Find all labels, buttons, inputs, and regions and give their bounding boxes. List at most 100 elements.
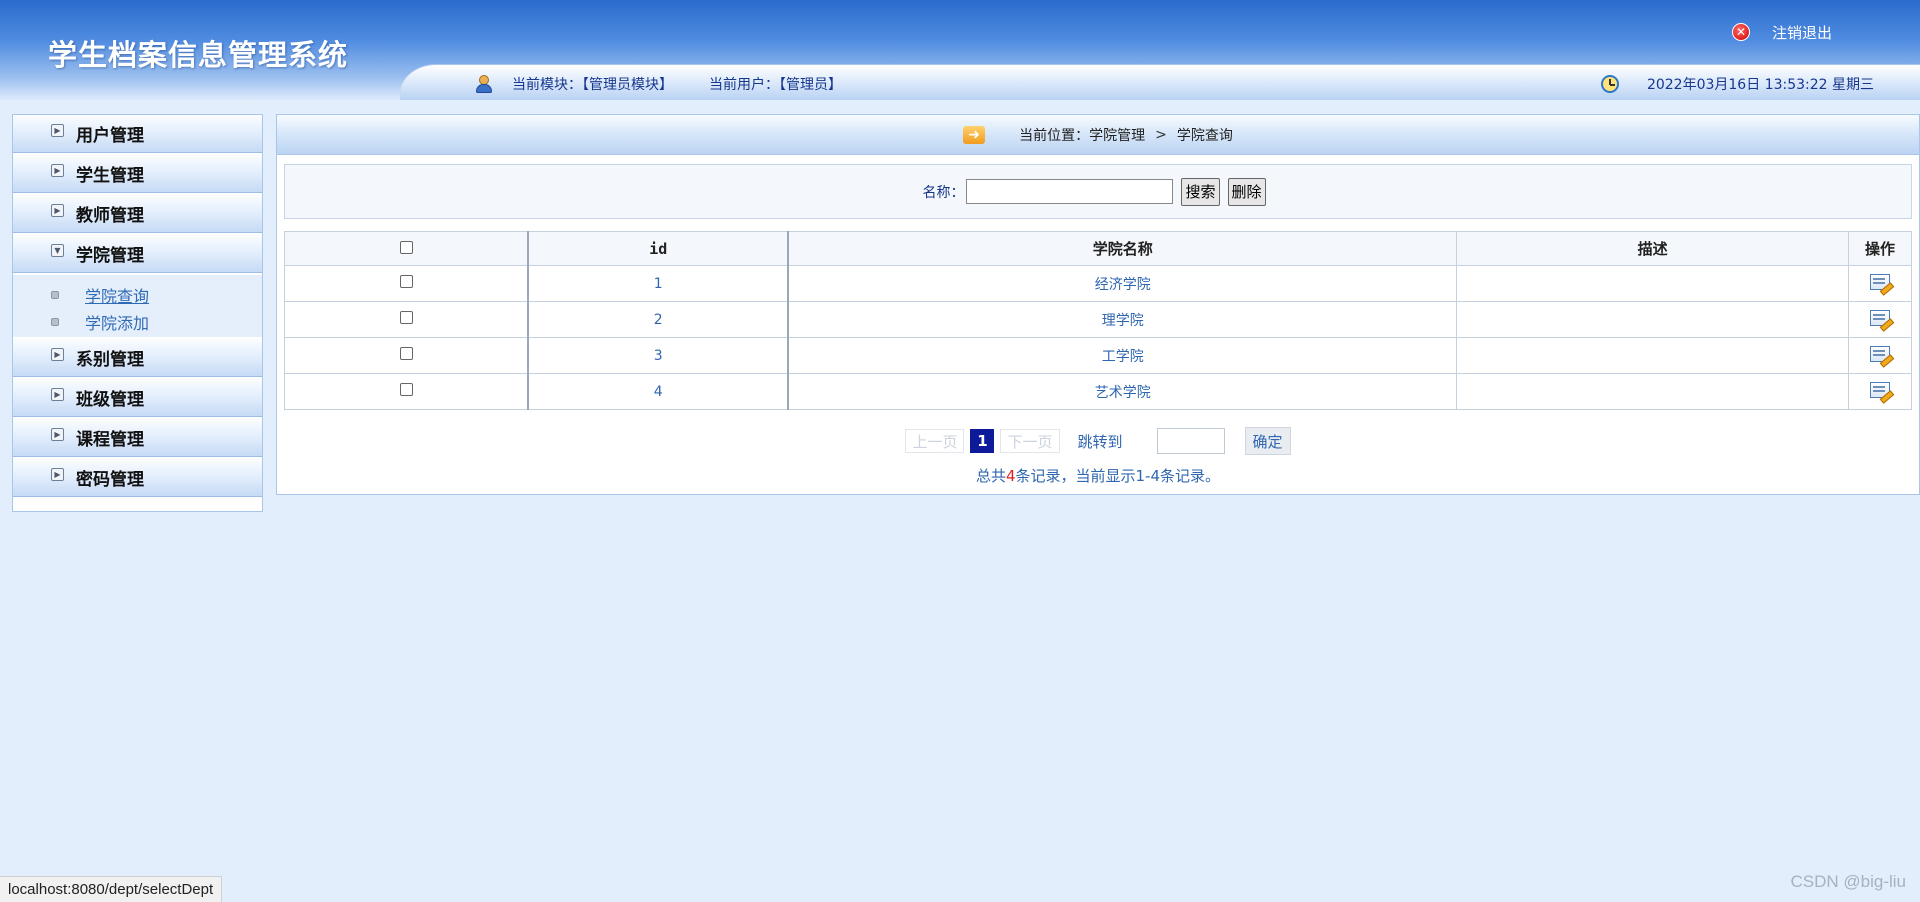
summary-prefix: 总共 xyxy=(975,467,1006,485)
cell-college-name: 工学院 xyxy=(787,337,1458,374)
expand-arrow-icon: ▶ xyxy=(51,388,64,401)
edit-icon[interactable] xyxy=(1870,381,1890,398)
table-row: 3 工学院 xyxy=(284,337,1912,374)
collapse-arrow-icon: ▼ xyxy=(51,244,64,257)
row-checkbox[interactable] xyxy=(399,347,413,360)
sidebar-item-label: 班级管理 xyxy=(76,390,144,410)
cell-college-name: 理学院 xyxy=(787,301,1458,338)
jump-confirm-button[interactable]: 确定 xyxy=(1244,427,1291,455)
user-icon xyxy=(474,74,494,94)
search-button[interactable]: 搜索 xyxy=(1181,177,1220,206)
current-module: 当前模块：【管理员模块】 xyxy=(512,77,673,93)
cell-id: 3 xyxy=(527,337,789,374)
submenu-college-add[interactable]: 学院添加 xyxy=(13,308,262,335)
jump-label: 跳转到 xyxy=(1077,432,1123,451)
expand-arrow-icon: ▶ xyxy=(51,164,64,177)
header-select-all xyxy=(284,231,529,266)
cell-description xyxy=(1456,337,1849,374)
cell-actions xyxy=(1848,337,1912,374)
sidebar-item-user-management[interactable]: ▶ 用户管理 xyxy=(13,115,262,153)
breadcrumb-prefix: 当前位置：学院管理 xyxy=(1019,127,1146,144)
cell-select xyxy=(284,337,529,374)
watermark: CSDN @big-liu xyxy=(1790,872,1906,891)
app-title: 学生档案信息管理系统 xyxy=(48,38,349,72)
breadcrumb-current: 学院查询 xyxy=(1176,127,1233,144)
cell-id: 2 xyxy=(527,301,789,338)
sidebar-item-label: 教师管理 xyxy=(76,206,144,226)
sidebar-item-label: 用户管理 xyxy=(76,126,144,146)
app-header: 学生档案信息管理系统 ✕ 注销退出 当前模块：【管理员模块】 当前用户：【管理员… xyxy=(0,0,1920,100)
cell-description xyxy=(1456,373,1849,410)
table-header-row: id 学院名称 描述 操作 xyxy=(284,231,1912,266)
record-summary: 总共4条记录，当前显示1-4条记录。 xyxy=(277,465,1919,486)
expand-arrow-icon: ▶ xyxy=(51,468,64,481)
expand-arrow-icon: ▶ xyxy=(51,204,64,217)
cell-select xyxy=(284,373,529,410)
sidebar-item-college-management[interactable]: ▼ 学院管理 xyxy=(13,235,262,273)
sidebar-item-label: 学生管理 xyxy=(76,166,144,186)
table-row: 2 理学院 xyxy=(284,301,1912,338)
delete-button[interactable]: 删除 xyxy=(1227,177,1266,206)
sidebar-item-class-management[interactable]: ▶ 班级管理 xyxy=(13,379,262,417)
header-college-name: 学院名称 xyxy=(787,231,1458,266)
name-search-input[interactable] xyxy=(966,179,1174,204)
header-description: 描述 xyxy=(1456,231,1849,266)
search-panel: 名称： 搜索 删除 xyxy=(284,164,1912,219)
info-bar: 当前模块：【管理员模块】 当前用户：【管理员】 2022年03月16日 13:5… xyxy=(400,64,1920,100)
edit-icon[interactable] xyxy=(1870,309,1890,326)
submenu-label: 学院查询 xyxy=(85,286,150,306)
logout-label: 注销退出 xyxy=(1771,23,1832,42)
browser-status-url: localhost:8080/dept/selectDept xyxy=(0,876,223,902)
arrow-right-icon: ➜ xyxy=(963,125,986,144)
info-left: 当前模块：【管理员模块】 当前用户：【管理员】 xyxy=(474,74,842,94)
expand-arrow-icon: ▶ xyxy=(51,428,64,441)
cell-description xyxy=(1456,265,1849,302)
sidebar-item-department-management[interactable]: ▶ 系别管理 xyxy=(13,339,262,377)
jump-page-input[interactable] xyxy=(1156,428,1225,454)
sidebar-item-label: 系别管理 xyxy=(76,350,144,370)
submenu-college-query[interactable]: 学院查询 xyxy=(13,281,262,308)
logout-button[interactable]: ✕ 注销退出 xyxy=(1731,20,1832,44)
info-right: 2022年03月16日 13:53:22 星期三 xyxy=(1600,74,1874,94)
table-row: 1 经济学院 xyxy=(284,265,1912,302)
summary-suffix: 条记录，当前显示1-4条记录。 xyxy=(1015,467,1221,485)
bullet-icon xyxy=(51,317,59,326)
row-checkbox[interactable] xyxy=(399,311,413,324)
pagination: 上一页 1 下一页 跳转到 确定 xyxy=(277,427,1919,455)
current-user: 当前用户：【管理员】 xyxy=(709,77,842,93)
sidebar: ▶ 用户管理 ▶ 学生管理 ▶ 教师管理 ▼ 学院管理 学院查询 学院添加 ▶ … xyxy=(12,114,263,512)
submenu-label: 学院添加 xyxy=(85,313,150,333)
college-submenu: 学院查询 学院添加 xyxy=(13,275,262,337)
sidebar-item-student-management[interactable]: ▶ 学生管理 xyxy=(13,155,262,193)
select-all-checkbox[interactable] xyxy=(399,240,413,254)
row-checkbox[interactable] xyxy=(399,383,413,396)
cell-actions xyxy=(1848,265,1912,302)
edit-icon[interactable] xyxy=(1870,345,1890,362)
edit-icon[interactable] xyxy=(1870,273,1890,290)
cell-college-name: 艺术学院 xyxy=(787,373,1458,410)
sidebar-item-label: 课程管理 xyxy=(76,430,144,450)
cell-id: 1 xyxy=(527,265,789,302)
bullet-icon xyxy=(51,290,59,299)
cell-select xyxy=(284,301,529,338)
close-icon: ✕ xyxy=(1731,23,1750,41)
prev-page-button[interactable]: 上一页 xyxy=(905,429,965,453)
clock-icon xyxy=(1600,75,1619,93)
cell-actions xyxy=(1848,301,1912,338)
cell-college-name: 经济学院 xyxy=(787,265,1458,302)
sidebar-item-course-management[interactable]: ▶ 课程管理 xyxy=(13,419,262,457)
row-checkbox[interactable] xyxy=(399,275,413,288)
search-label: 名称： xyxy=(922,184,965,201)
cell-description xyxy=(1456,301,1849,338)
current-datetime: 2022年03月16日 13:53:22 星期三 xyxy=(1646,77,1874,93)
sidebar-item-password-management[interactable]: ▶ 密码管理 xyxy=(13,459,262,497)
college-table: id 学院名称 描述 操作 1 经济学院 2 理学院 3 工学院 4 艺术学院 xyxy=(284,231,1912,410)
sidebar-item-label: 密码管理 xyxy=(76,470,144,490)
sidebar-item-label: 学院管理 xyxy=(76,246,144,266)
current-page-number[interactable]: 1 xyxy=(970,429,995,453)
cell-id: 4 xyxy=(527,373,789,410)
sidebar-item-teacher-management[interactable]: ▶ 教师管理 xyxy=(13,195,262,233)
breadcrumb-separator: > xyxy=(1155,126,1167,143)
cell-actions xyxy=(1848,373,1912,410)
next-page-button[interactable]: 下一页 xyxy=(1000,429,1060,453)
